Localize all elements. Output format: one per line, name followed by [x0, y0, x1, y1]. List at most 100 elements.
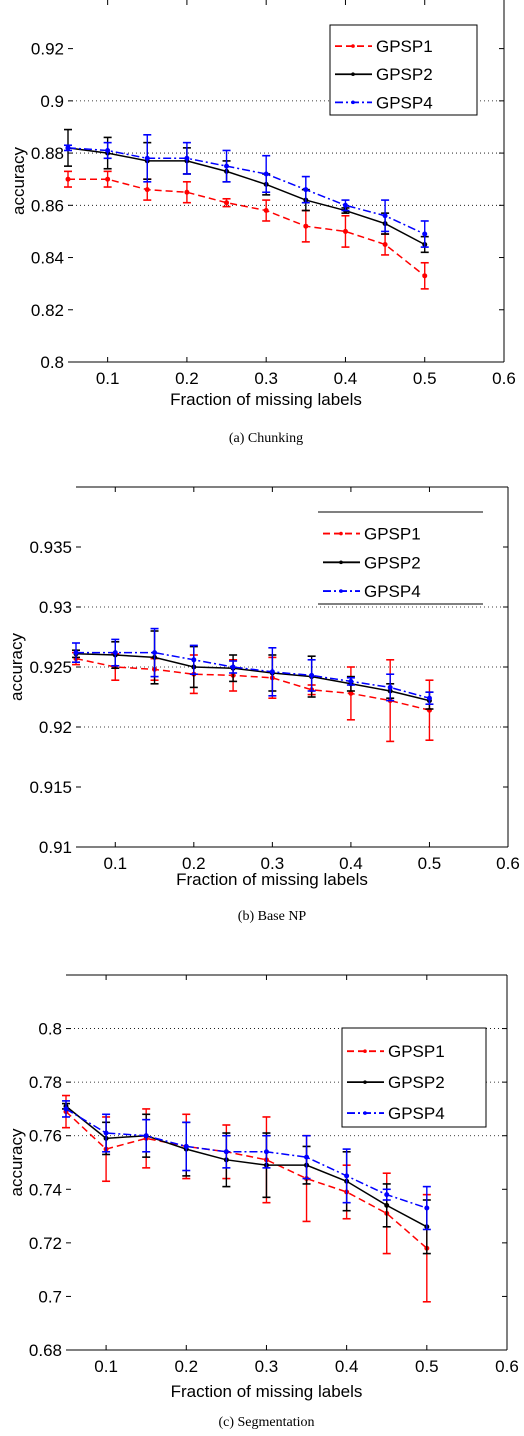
legend-label-gpsp2: GPSP2: [388, 1073, 445, 1092]
y-tick-label: 0.72: [29, 1234, 62, 1253]
x-tick-label: 0.1: [103, 854, 127, 873]
data-point: [105, 176, 111, 182]
series-line: [68, 178, 426, 277]
y-tick-label: 0.935: [29, 538, 72, 557]
figure-caption: (b) Base NP: [238, 909, 307, 924]
legend-label-gpsp4: GPSP4: [376, 93, 433, 112]
series-line: [76, 651, 430, 699]
data-point: [426, 695, 432, 701]
legend-label-gpsp4: GPSP4: [364, 582, 421, 601]
data-point: [263, 208, 269, 214]
panel-segmentation: 0.1 0.2 0.3 0.4 0.5 0.6 0.68 0.7 0.72 0.74 0.76 0.7…: [7, 974, 519, 1430]
panel-chunking: 0.1 0.2 0.3 0.4 0.5 0.6 0.8 0.82 0.84 0.86 0.88 0.9…: [9, 0, 516, 446]
data-point: [309, 672, 315, 678]
data-point: [143, 1133, 149, 1139]
y-tick-label: 0.8: [40, 353, 64, 372]
series-line: [65, 1111, 428, 1249]
data-point: [184, 155, 190, 161]
x-tick-label: 0.1: [96, 369, 120, 388]
data-point: [384, 1192, 390, 1198]
x-tick-label: 0.5: [415, 1357, 439, 1376]
x-axis-label: Fraction of missing labels: [170, 390, 362, 409]
data-point: [348, 678, 354, 684]
y-tick-label: 0.84: [31, 249, 64, 268]
data-point: [342, 228, 348, 234]
series-gpsp4: [64, 133, 429, 248]
x-axis-label: Fraction of missing labels: [176, 870, 368, 889]
data-point: [303, 223, 309, 229]
data-point: [144, 187, 150, 193]
y-tick-label: 0.78: [29, 1073, 62, 1092]
data-point: [424, 1205, 430, 1211]
legend: GPSP1 GPSP2 GPSP4: [318, 511, 483, 605]
legend-marker: [351, 100, 355, 105]
data-point: [263, 1149, 269, 1155]
y-tick-label: 0.86: [31, 196, 64, 215]
x-tick-label: 0.2: [175, 369, 199, 388]
data-point: [384, 1202, 390, 1208]
legend-label-gpsp1: GPSP1: [376, 37, 433, 56]
data-point: [387, 684, 393, 690]
series-gpsp4: [72, 627, 434, 706]
y-tick-label: 0.76: [29, 1127, 62, 1146]
legend-label-gpsp1: GPSP1: [364, 525, 421, 544]
x-axis-label: Fraction of missing labels: [171, 1382, 363, 1401]
legend: GPSP1 GPSP2 GPSP4: [341, 1027, 487, 1128]
y-tick-label: 0.88: [31, 144, 64, 163]
data-point: [73, 650, 79, 656]
data-point: [342, 202, 348, 208]
x-tick-label: 0.5: [413, 369, 437, 388]
series-gpsp1: [72, 651, 434, 743]
y-tick-label: 0.915: [29, 778, 72, 797]
legend: GPSP1 GPSP2 GPSP4: [329, 24, 478, 116]
data-point: [344, 1173, 350, 1179]
panel-base-np: 0.1 0.2 0.3 0.4 0.5 0.60.910.9150.920.9250.93…: [7, 486, 520, 924]
data-point: [303, 187, 309, 193]
legend-marker: [351, 44, 355, 48]
x-tick-label: 0.4: [334, 369, 358, 388]
data-point: [304, 1154, 310, 1160]
legend-marker: [363, 1049, 367, 1054]
data-point: [103, 1130, 109, 1136]
data-point: [348, 690, 354, 696]
y-tick-label: 0.92: [39, 718, 72, 737]
legend-marker: [339, 560, 343, 565]
legend-marker: [363, 1111, 367, 1115]
data-point: [382, 213, 388, 219]
y-tick-label: 0.74: [29, 1180, 62, 1199]
y-tick-label: 0.93: [39, 598, 72, 617]
series-gpsp1: [64, 170, 429, 290]
x-tick-label: 0.6: [492, 369, 516, 388]
data-point: [263, 171, 269, 177]
legend-label-gpsp2: GPSP2: [376, 65, 433, 84]
y-tick-label: 0.91: [39, 838, 72, 857]
legend-label-gpsp2: GPSP2: [364, 553, 421, 572]
legend-marker: [351, 72, 355, 77]
y-tick-label: 0.9: [40, 92, 64, 111]
data-point: [191, 657, 197, 663]
y-tick-label: 0.8: [38, 1020, 62, 1039]
x-tick-label: 0.1: [94, 1357, 118, 1376]
figure: 0.1 0.2 0.3 0.4 0.5 0.6 0.8 0.82 0.84 0.86 0.88 0.9…: [7, 0, 520, 1430]
data-point: [224, 163, 230, 169]
legend-marker: [339, 589, 343, 593]
data-point: [184, 189, 190, 195]
legend-label-gpsp1: GPSP1: [388, 1042, 445, 1061]
data-point: [183, 1143, 189, 1149]
data-point: [422, 231, 428, 237]
data-point: [269, 669, 275, 675]
data-point: [63, 1106, 69, 1112]
x-tick-label: 0.2: [174, 1357, 198, 1376]
y-tick-label: 0.925: [29, 658, 72, 677]
data-point: [65, 145, 71, 151]
y-tick-label: 0.82: [31, 301, 64, 320]
data-point: [65, 176, 71, 182]
series-line: [67, 147, 426, 235]
data-point: [382, 241, 388, 247]
figure-caption: (a) Chunking: [229, 431, 303, 446]
y-tick-label: 0.7: [38, 1287, 62, 1306]
x-tick-label: 0.3: [255, 1357, 279, 1376]
y-tick-label: 0.68: [29, 1341, 62, 1360]
series-line: [67, 147, 426, 246]
y-axis-label: accuracy: [9, 146, 28, 215]
